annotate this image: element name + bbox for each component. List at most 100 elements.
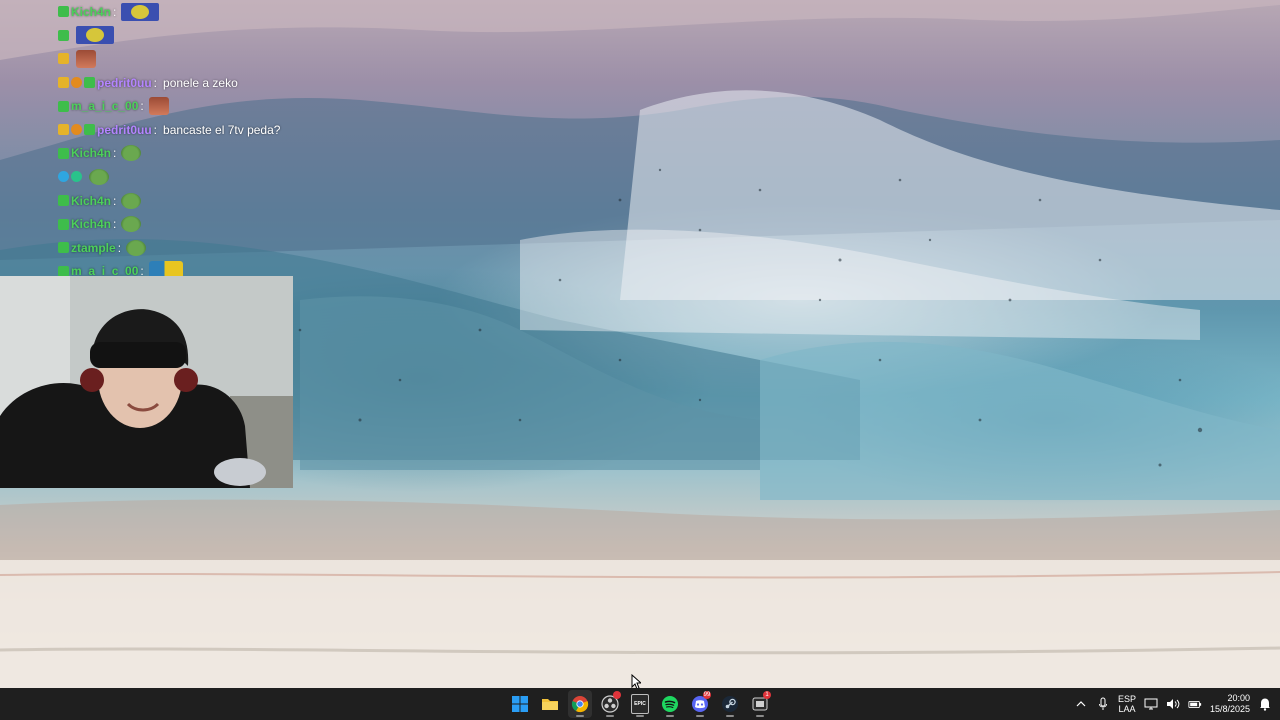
chat-message: m_a_i_c_00:	[58, 94, 378, 118]
face-emote-icon	[76, 49, 96, 68]
pepe-box-emote-icon	[121, 2, 160, 21]
battery-icon	[1188, 700, 1202, 708]
pepe-emote-icon	[121, 216, 142, 233]
windows-icon	[512, 696, 528, 712]
system-tray: ESP LAA 20:00 15/8/2025	[1074, 688, 1272, 720]
input-language-button[interactable]: ESP LAA	[1118, 694, 1136, 714]
chat-message: Kich4n:	[58, 142, 378, 166]
epic-games-icon: EPIC	[631, 694, 649, 714]
chat-message: pedrit0uu: bancaste el 7tv peda?	[58, 118, 378, 142]
chevron-up-icon	[1076, 701, 1086, 707]
mod-badge-icon	[71, 77, 82, 89]
mod-badge-icon	[71, 124, 82, 136]
volume-button[interactable]	[1166, 697, 1180, 711]
crown-badge-icon	[58, 77, 69, 89]
pepe-box-emote-icon	[76, 26, 114, 45]
crown-badge-icon	[58, 124, 69, 136]
battery-button[interactable]	[1188, 697, 1202, 711]
green-badge-icon	[58, 195, 69, 207]
epic-games-label: EPIC	[634, 701, 646, 707]
windows-taskbar: EPIC 99 1 ESP LAA 20:00 15/8/2025	[0, 688, 1280, 720]
crown-badge-icon	[58, 53, 69, 65]
overlay-app-button[interactable]: 1	[748, 690, 772, 718]
steam-icon	[722, 696, 738, 712]
green-badge-icon	[58, 6, 69, 18]
green-badge-icon	[58, 100, 69, 112]
obs-button[interactable]	[598, 690, 622, 718]
running-app-indicator	[606, 715, 614, 717]
webcam-overlay	[0, 276, 293, 488]
chat-username: m_a_i_c_00	[71, 99, 139, 114]
taskbar-pinned-apps: EPIC 99 1	[508, 688, 772, 720]
chat-username: pedrit0uu	[97, 75, 152, 90]
chat-message	[58, 47, 378, 71]
running-app-indicator	[636, 715, 644, 717]
chrome-button[interactable]	[568, 690, 592, 718]
folder-icon	[542, 699, 558, 710]
microphone-icon	[1098, 697, 1107, 710]
pepe-emote-icon	[89, 168, 109, 185]
overlay-app-notification-badge: 1	[763, 691, 771, 699]
webcam-person-image	[0, 276, 293, 488]
network-button[interactable]	[1144, 697, 1158, 711]
chat-message: Kich4n:	[58, 212, 378, 236]
chat-separator: :	[153, 75, 158, 90]
notification-bell-icon	[1260, 698, 1270, 711]
chrome-icon	[571, 696, 589, 713]
chat-message	[58, 24, 378, 48]
blue-badge-icon	[58, 171, 69, 183]
chat-message-text: ponele a zeko	[163, 75, 238, 90]
chat-username: Kich4n	[71, 217, 112, 232]
green-badge-icon	[84, 124, 95, 136]
network-icon	[1144, 698, 1158, 710]
chat-separator: :	[117, 240, 122, 255]
chat-username: Kich4n	[71, 193, 112, 208]
notifications-button[interactable]	[1258, 697, 1272, 711]
chat-separator: :	[140, 99, 144, 114]
chat-username: Kich4n	[71, 4, 112, 19]
steam-button[interactable]	[718, 690, 742, 718]
teal-badge-icon	[71, 171, 82, 183]
start-button[interactable]	[508, 690, 532, 718]
obs-notification-dot	[613, 691, 621, 699]
epic-games-button[interactable]: EPIC	[628, 690, 652, 718]
active-app-indicator	[576, 715, 584, 717]
stream-chat-overlay: Kich4n: pedrit0uu: ponele a zeko m_a_i_c_00…	[58, 0, 378, 283]
chat-separator: :	[113, 217, 117, 232]
microphone-button[interactable]	[1096, 697, 1110, 711]
chat-username: ztample	[71, 240, 116, 255]
running-app-indicator	[696, 715, 704, 717]
chat-message: pedrit0uu: ponele a zeko	[58, 71, 378, 95]
language-code: ESP	[1117, 694, 1136, 704]
spotify-icon	[662, 696, 678, 712]
clock-button[interactable]: 20:00 15/8/2025	[1210, 693, 1250, 715]
chat-message: Kich4n:	[58, 189, 378, 213]
spotify-button[interactable]	[658, 690, 682, 718]
chat-separator: :	[113, 4, 117, 19]
pepe-emote-icon	[126, 239, 147, 256]
running-app-indicator	[726, 715, 734, 717]
chat-separator: :	[113, 193, 117, 208]
chat-message: ztample:	[58, 236, 378, 260]
pepe-emote-icon	[121, 145, 142, 162]
clock-date: 15/8/2025	[1209, 704, 1250, 714]
running-app-indicator	[666, 715, 674, 717]
clock-time: 20:00	[1227, 693, 1250, 703]
chat-separator: :	[113, 146, 117, 161]
chat-username: Kich4n	[71, 146, 112, 161]
chat-username: pedrit0uu	[97, 122, 152, 137]
show-hidden-icons-button[interactable]	[1074, 697, 1088, 711]
chat-message: Kich4n:	[58, 0, 378, 24]
green-badge-icon	[58, 218, 69, 230]
speaker-icon	[1166, 699, 1180, 709]
discord-notification-badge: 99	[703, 691, 711, 699]
keyboard-layout: LAA	[1118, 704, 1136, 714]
discord-button[interactable]: 99	[688, 690, 712, 718]
running-app-indicator	[756, 715, 764, 717]
file-explorer-button[interactable]	[538, 690, 562, 718]
chat-message-text: bancaste el 7tv peda?	[163, 122, 281, 137]
chat-message	[58, 165, 378, 189]
green-badge-icon	[58, 147, 69, 159]
chat-separator: :	[153, 122, 158, 137]
pepe-emote-icon	[121, 192, 142, 209]
